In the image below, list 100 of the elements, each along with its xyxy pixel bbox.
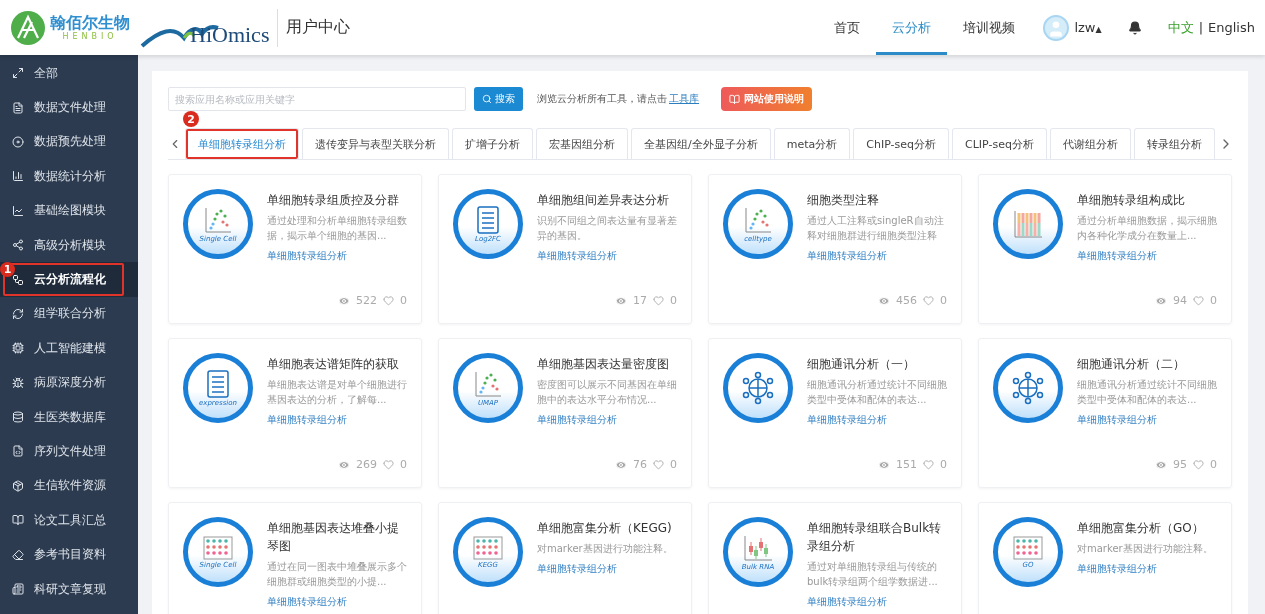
brand-subtitle: HENBIO	[62, 32, 118, 41]
card-description: 通过处理和分析单细胞转录组数据，揭示单个细胞的基因...	[267, 214, 408, 243]
category-link[interactable]: 单细胞转录组分析	[537, 249, 679, 263]
user-menu[interactable]: lzw▲	[1074, 20, 1102, 35]
sidebar-item[interactable]: 参考书目资料	[0, 537, 138, 572]
nav-link[interactable]: 培训视频	[947, 0, 1032, 55]
language-link[interactable]: English	[1208, 20, 1255, 35]
like-count: 0	[400, 458, 407, 471]
menu-item-icon	[12, 376, 24, 389]
tool-card[interactable]: 细胞通讯分析（一） 细胞通讯分析通过统计不同细胞类型中受体和配体的表达... 单细胞转录组分析 151 0	[708, 338, 962, 488]
search-field[interactable]: 搜索应用名称或应用关键字	[168, 87, 466, 111]
card-title: 单细胞转录组构成比	[1077, 192, 1186, 209]
sidebar-item[interactable]: 组学联合分析	[0, 296, 138, 332]
eye-icon	[878, 294, 890, 307]
card-description: 对marker基因进行功能注释。	[1077, 542, 1214, 556]
search-button[interactable]: 搜索	[474, 87, 523, 111]
card-description: 密度图可以展示不同基因在单细胞中的表达水平分布情况...	[537, 378, 678, 407]
category-link[interactable]: 单细胞转录组分析	[1077, 249, 1219, 263]
view-count: 94	[1173, 294, 1187, 307]
category-link[interactable]: 单细胞转录组分析	[537, 562, 679, 576]
tool-card[interactable]: 单细胞转录组构成比 通过分析单细胞数据，揭示细胞内各种化学成分在数量上... 单细胞转录组分析 94 0	[978, 174, 1232, 324]
menu-item-icon	[12, 342, 24, 355]
heart-icon[interactable]	[653, 459, 664, 470]
category-tab[interactable]: 宏基因组分析	[536, 128, 628, 159]
category-link[interactable]: 单细胞转录组分析	[537, 413, 679, 427]
sidebar-item[interactable]: 病原深度分析	[0, 365, 138, 400]
list-document-icon	[207, 369, 229, 398]
bell-icon[interactable]	[1127, 20, 1142, 35]
language-separator: |	[1198, 20, 1204, 35]
sidebar-item[interactable]: 科研文章复现	[0, 571, 138, 607]
category-tab[interactable]: 代谢组分析	[1049, 128, 1131, 159]
category-link[interactable]: 单细胞转录组分析	[267, 413, 409, 427]
card-description: 通过分析单细胞数据，揭示细胞内各种化学成分在数量上...	[1077, 214, 1218, 243]
category-link[interactable]: 单细胞转录组分析	[1077, 413, 1219, 427]
heart-icon[interactable]	[383, 295, 394, 306]
heart-icon[interactable]	[653, 295, 664, 306]
menu-item-icon	[12, 307, 24, 320]
like-count: 0	[400, 294, 407, 307]
sidebar-item[interactable]: 数据预先处理	[0, 124, 138, 160]
logo-icon	[10, 9, 46, 46]
sidebar-item[interactable]: 高级分析模块	[0, 227, 138, 263]
sidebar-item[interactable]: 全部	[0, 56, 138, 91]
card-description: 单细胞表达谱是对单个细胞进行基因表达的分析，了解每...	[267, 378, 408, 407]
nav-link[interactable]: 云分析	[876, 0, 948, 55]
menu-item-icon	[12, 67, 24, 80]
category-link[interactable]: 单细胞转录组分析	[807, 249, 949, 263]
card-title: 单细胞富集分析（KEGG)	[537, 520, 673, 537]
heart-icon[interactable]	[923, 459, 934, 470]
category-link[interactable]: 单细胞转录组分析	[807, 595, 949, 609]
sidebar-item[interactable]: 人工智能建模	[0, 331, 138, 366]
card-title: 单细胞转录组质控及分群	[267, 192, 400, 209]
card-description: 对marker基因进行功能注释。	[537, 542, 674, 556]
eye-icon	[615, 458, 627, 471]
heart-icon[interactable]	[923, 295, 934, 306]
card-title: 单细胞转录组联合Bulk转录组分析	[807, 520, 943, 555]
sidebar-item[interactable]: 序列文件处理	[0, 434, 138, 469]
category-tab[interactable]: 转录组分析	[1133, 128, 1215, 159]
category-tab[interactable]: 单细胞转录组分析	[185, 128, 299, 159]
menu-item-icon	[12, 273, 24, 286]
like-count: 0	[940, 458, 947, 471]
category-tab[interactable]: CLIP-seq分析	[952, 128, 1047, 159]
category-link[interactable]: 单细胞转录组分析	[267, 249, 409, 263]
toolbox-link[interactable]: 工具库	[669, 92, 699, 106]
like-count: 0	[1210, 294, 1217, 307]
category-tab[interactable]: ChIP-seq分析	[853, 128, 949, 159]
category-tab[interactable]: 遗传变异与表型关联分析	[302, 128, 449, 159]
card-title: 细胞类型注释	[807, 192, 880, 209]
hint-text: 浏览云分析所有工具，请点击	[537, 92, 667, 106]
card-title: 单细胞表达谱矩阵的获取	[267, 356, 400, 373]
heart-icon[interactable]	[1193, 295, 1204, 306]
category-link[interactable]: 单细胞转录组分析	[807, 413, 949, 427]
avatar-icon[interactable]	[1043, 14, 1070, 41]
sidebar-item[interactable]: 生医类数据库	[0, 399, 138, 435]
heart-icon[interactable]	[383, 459, 394, 470]
heart-icon[interactable]	[1193, 459, 1204, 470]
like-count: 0	[670, 294, 677, 307]
language-link[interactable]: 中文	[1167, 18, 1194, 37]
sidebar-item[interactable]: 基础绘图模块	[0, 193, 138, 228]
category-tab[interactable]: meta分析	[773, 128, 851, 159]
menu-item-icon	[12, 411, 24, 424]
network-icon	[1011, 371, 1045, 405]
sidebar-item[interactable]: 数据文件处理	[0, 90, 138, 125]
menu-item-icon	[12, 445, 24, 458]
view-count: 522	[356, 294, 377, 307]
nav-link[interactable]: 首页	[818, 0, 877, 55]
category-link[interactable]: 单细胞转录组分析	[267, 595, 409, 609]
menu-item-icon	[12, 583, 24, 596]
category-link[interactable]: 单细胞转录组分析	[1077, 562, 1219, 576]
tool-card[interactable]: 细胞通讯分析（二） 细胞通讯分析通过统计不同细胞类型中受体和配体的表达... 单细胞转录组分析 95 0	[978, 338, 1232, 488]
menu-item-icon	[12, 135, 24, 148]
eye-icon	[1155, 458, 1167, 471]
view-count: 17	[633, 294, 647, 307]
card-description: 细胞通讯分析通过统计不同细胞类型中受体和配体的表达...	[807, 378, 948, 407]
sidebar-item[interactable]: 生信软件资源	[0, 468, 138, 504]
sidebar-item[interactable]: 数据统计分析	[0, 159, 138, 194]
card-title: 单细胞组间差异表达分析	[537, 192, 670, 209]
category-tab[interactable]: 扩增子分析	[452, 128, 533, 159]
sidebar-item[interactable]: 论文工具汇总	[0, 503, 138, 538]
category-tab[interactable]: 全基因组/全外显子分析	[631, 128, 771, 159]
scatter-plot-icon	[743, 205, 773, 234]
